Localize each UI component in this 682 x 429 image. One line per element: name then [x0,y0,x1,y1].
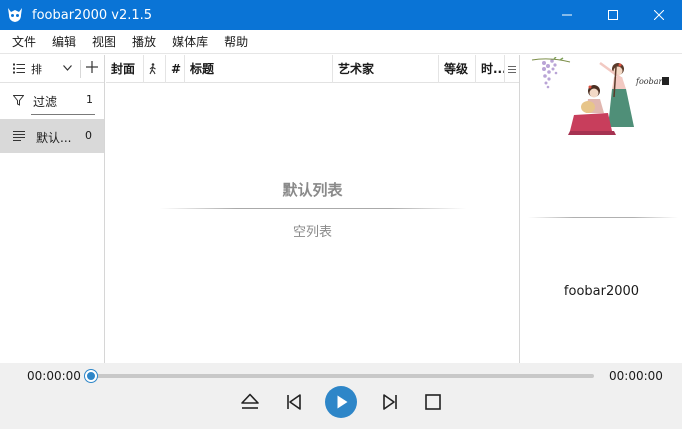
art-divider [528,217,678,218]
stop-icon [425,394,441,410]
sort-label: 排 [31,63,42,76]
menu-view[interactable]: 视图 [84,30,124,54]
maximize-icon [608,10,618,20]
menu-library[interactable]: 媒体库 [164,30,216,54]
playlist-view: 封面 # 标题 艺术家 等级 时... 默认列表 空列表 [106,55,519,363]
add-playlist-icon[interactable] [86,61,98,73]
next-icon [383,394,397,410]
time-total: 00:00:00 [609,369,663,383]
toolbar-divider [80,60,81,78]
eject-icon [241,393,259,409]
playlist-manager-toolbar: 排 [0,55,104,83]
menu-help[interactable]: 帮助 [216,30,256,54]
filter-count: 1 [86,93,93,106]
minimize-icon [562,14,572,16]
previous-icon [287,394,301,410]
time-elapsed: 00:00:00 [27,369,81,383]
menu-file[interactable]: 文件 [4,30,44,54]
playlist-manager-panel: 排 过滤 1 默认... 0 [0,55,105,363]
list-view-icon[interactable] [13,63,25,74]
filter-underline [31,114,95,115]
title-bar: foobar2000 v2.1.5 [0,0,682,30]
column-artist[interactable]: 艺术家 [333,55,439,83]
playlist-icon [13,131,25,141]
filter-row[interactable]: 过滤 1 [0,83,104,117]
column-playing[interactable] [144,55,166,83]
empty-divider [160,208,466,209]
playback-bar: 00:00:00 00:00:00 [0,363,682,429]
eject-button[interactable] [235,387,265,417]
stop-button[interactable] [418,387,448,417]
minimize-button[interactable] [544,0,590,30]
play-icon [325,386,357,418]
menu-playback[interactable]: 播放 [124,30,164,54]
close-icon [654,10,664,20]
playlist-item-default[interactable]: 默认... 0 [0,119,104,153]
empty-playlist-subtitle: 空列表 [292,225,332,240]
column-title[interactable]: 标题 [185,55,333,83]
maximize-button[interactable] [590,0,636,30]
playlist-name: 默认... [36,131,72,145]
column-duration[interactable]: 时... [476,55,505,83]
menu-edit[interactable]: 编辑 [44,30,84,54]
menu-bar: 文件 编辑 视图 播放 媒体库 帮助 [0,30,682,54]
chevron-down-icon[interactable] [63,65,72,71]
close-button[interactable] [636,0,682,30]
playlist-count: 0 [85,129,92,142]
album-art-image: foobar [530,56,680,143]
hamburger-icon [508,65,516,73]
column-header: 封面 # 标题 艺术家 等级 时... [106,55,519,83]
walking-icon [149,63,156,75]
column-cover[interactable]: 封面 [106,55,144,83]
album-art-panel: foobar foobar2000 [519,55,682,363]
play-button[interactable] [324,385,358,419]
column-rating[interactable]: 等级 [439,55,476,83]
window-title: foobar2000 v2.1.5 [32,7,153,23]
empty-playlist-title: 默认列表 [282,181,343,199]
foobar-app-icon [0,0,30,30]
column-menu-button[interactable] [505,55,519,83]
seek-bar[interactable] [90,374,594,378]
previous-button[interactable] [279,387,309,417]
art-logo-text: foobar [635,77,663,86]
column-number[interactable]: # [166,55,185,83]
filter-label: 过滤 [33,95,58,109]
seek-handle[interactable] [85,370,97,382]
app-name-label: foobar2000 [563,284,640,299]
filter-icon [13,95,24,106]
next-button[interactable] [375,387,405,417]
